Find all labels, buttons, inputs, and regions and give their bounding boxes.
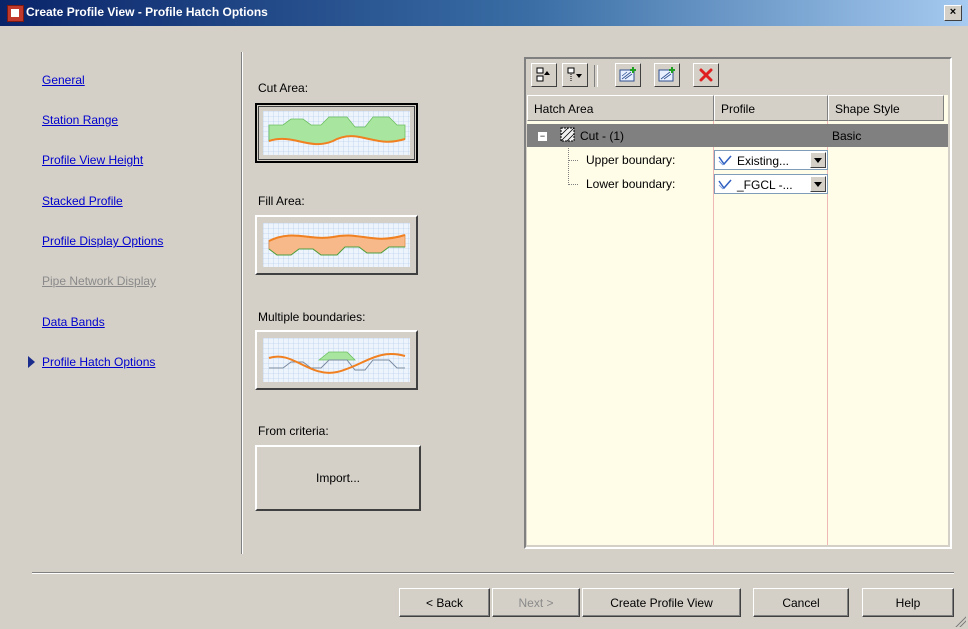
delete-button[interactable] <box>693 63 719 87</box>
nav-link-data-bands[interactable]: Data Bands <box>42 315 105 329</box>
nav-link-pipe-network-display: Pipe Network Display <box>42 274 157 288</box>
create-profile-view-button[interactable]: Create Profile View <box>582 588 741 617</box>
add-cut-area-button[interactable] <box>615 63 641 87</box>
move-down-icon <box>567 67 582 81</box>
fill-area-label: Fill Area: <box>258 194 305 208</box>
help-button[interactable]: Help <box>862 588 954 617</box>
add-hatch-icon <box>658 67 675 82</box>
close-button[interactable]: × <box>944 5 962 21</box>
hatch-area-grid: Hatch Area Profile Shape Style − Cut - (… <box>527 95 948 545</box>
multiple-boundaries-label: Multiple boundaries: <box>258 310 366 324</box>
add-hatch-icon <box>619 67 636 82</box>
footer-divider <box>32 572 954 574</box>
fill-area-preview-icon <box>263 223 410 267</box>
move-up-icon <box>536 67 550 82</box>
nav-link-profile-display-options[interactable]: Profile Display Options <box>42 234 163 248</box>
move-up-button[interactable] <box>531 63 557 87</box>
profile-icon <box>718 155 732 166</box>
cut-area-label: Cut Area: <box>258 81 309 95</box>
nav-link-profile-view-height[interactable]: Profile View Height <box>42 153 143 167</box>
lower-boundary-label: Lower boundary: <box>586 177 676 191</box>
cut-area-button[interactable] <box>255 103 418 163</box>
app-icon <box>7 5 24 22</box>
window-title: Create Profile View - Profile Hatch Opti… <box>26 5 268 19</box>
fill-area-button[interactable] <box>255 215 418 275</box>
multiple-boundaries-preview-icon <box>263 338 410 382</box>
nav-link-general[interactable]: General <box>42 73 85 87</box>
nav-link-profile-hatch-options[interactable]: Profile Hatch Options <box>42 355 155 369</box>
chevron-down-icon[interactable] <box>810 176 826 192</box>
profile-icon <box>718 179 732 190</box>
cut-area-preview-icon <box>263 111 410 155</box>
import-button[interactable]: Import... <box>255 445 421 511</box>
collapse-icon[interactable]: − <box>537 131 548 142</box>
multiple-boundaries-button[interactable] <box>255 330 418 390</box>
nav-link-stacked-profile[interactable]: Stacked Profile <box>42 194 123 208</box>
cut-row-shape-style[interactable]: Basic <box>832 129 861 143</box>
nav-link-station-range[interactable]: Station Range <box>42 113 118 127</box>
current-page-arrow-icon <box>28 356 35 368</box>
cut-hatch-icon <box>560 127 575 142</box>
add-fill-area-button[interactable] <box>654 63 680 87</box>
nav-divider <box>241 52 243 554</box>
move-down-button[interactable] <box>562 63 588 87</box>
column-header-profile[interactable]: Profile <box>714 95 828 121</box>
title-bar: Create Profile View - Profile Hatch Opti… <box>0 0 968 26</box>
next-button: Next > <box>492 588 580 617</box>
upper-boundary-label: Upper boundary: <box>586 153 676 167</box>
cut-row-label: Cut - (1) <box>580 129 625 143</box>
cancel-button[interactable]: Cancel <box>753 588 849 617</box>
grid-scrollbar[interactable] <box>944 124 948 147</box>
lower-boundary-profile-value: _FGCL -... <box>737 178 793 192</box>
upper-boundary-profile-value: Existing... <box>737 154 790 168</box>
resize-grip-icon[interactable] <box>954 615 966 627</box>
lower-boundary-profile-dropdown[interactable]: _FGCL -... <box>714 174 828 194</box>
from-criteria-label: From criteria: <box>258 424 329 438</box>
column-header-hatch-area[interactable]: Hatch Area <box>527 95 714 121</box>
chevron-down-icon[interactable] <box>810 152 826 168</box>
back-button[interactable]: < Back <box>399 588 490 617</box>
delete-x-icon <box>699 68 713 82</box>
upper-boundary-profile-dropdown[interactable]: Existing... <box>714 150 828 170</box>
column-header-shape-style[interactable]: Shape Style <box>828 95 944 121</box>
